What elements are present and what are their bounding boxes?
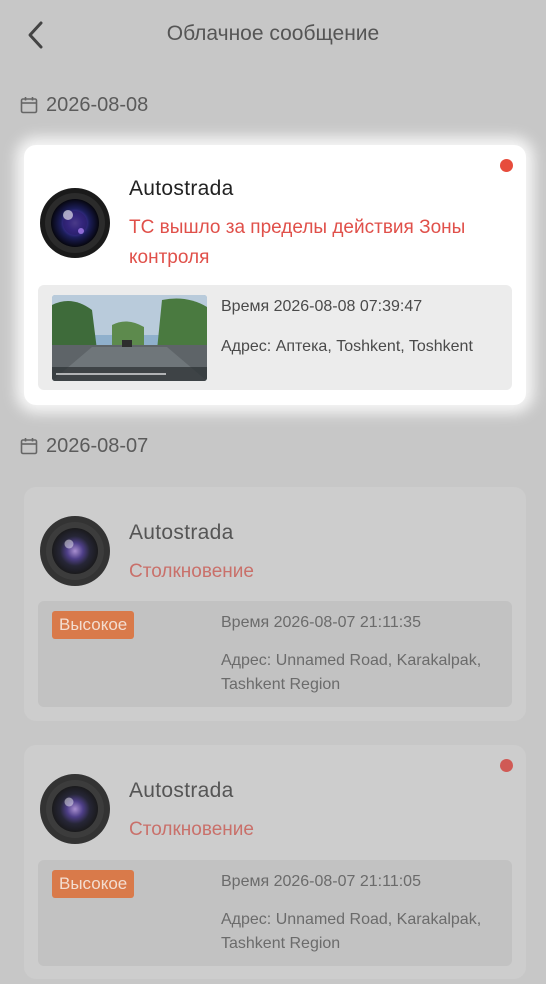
event-time: Время 2026-08-07 21:11:05 [221,873,421,890]
message-card[interactable]: Autostrada Столкновение Высокое Время 20… [24,487,526,721]
unread-indicator [500,759,513,772]
device-name: Autostrada [129,177,234,200]
calendar-icon [20,97,38,114]
event-address: Адрес: Unnamed Road, Karakalpak, Tashken… [221,911,482,952]
device-name: Autostrada [129,521,234,544]
severity-badge: Высокое [52,611,135,639]
event-time: Время 2026-08-07 21:11:35 [221,614,421,631]
unread-indicator [500,159,513,172]
event-details: Время 2026-08-08 07:39:47 Адрес: Аптека,… [38,285,512,390]
video-thumbnail-image [52,295,207,381]
date-header: 2026-08-07 [20,433,148,459]
camera-lens-icon [39,187,111,259]
event-thumbnail[interactable] [52,295,207,381]
date-label: 2026-08-07 [46,434,149,457]
alert-message: Столкновение [129,561,254,582]
event-address: Адрес: Аптека, Toshkent, Toshkent [221,338,473,355]
alert-message: ТС вышло за пределы действия Зоны контро… [129,217,466,268]
date-label: 2026-08-08 [46,93,149,116]
event-details: Высокое Время 2026-08-07 21:11:35 Адрес:… [38,601,512,707]
page-title: Облачное сообщение [166,22,380,45]
event-time: Время 2026-08-08 07:39:47 [221,298,423,315]
message-card[interactable]: Autostrada ТС вышло за пределы действия … [24,145,526,405]
device-name: Autostrada [129,779,234,802]
calendar-icon [20,438,38,455]
event-details: Высокое Время 2026-08-07 21:11:05 Адрес:… [38,860,512,966]
message-card[interactable]: Autostrada Столкновение Высокое Время 20… [24,745,526,979]
top-bar: Облачное сообщение [0,0,546,72]
alert-message: Столкновение [129,819,254,840]
event-address: Адрес: Unnamed Road, Karakalpak, Tashken… [221,652,482,693]
date-header: 2026-08-08 [20,92,148,118]
severity-badge: Высокое [52,870,135,898]
camera-lens-icon [39,515,111,587]
camera-lens-icon [39,773,111,845]
